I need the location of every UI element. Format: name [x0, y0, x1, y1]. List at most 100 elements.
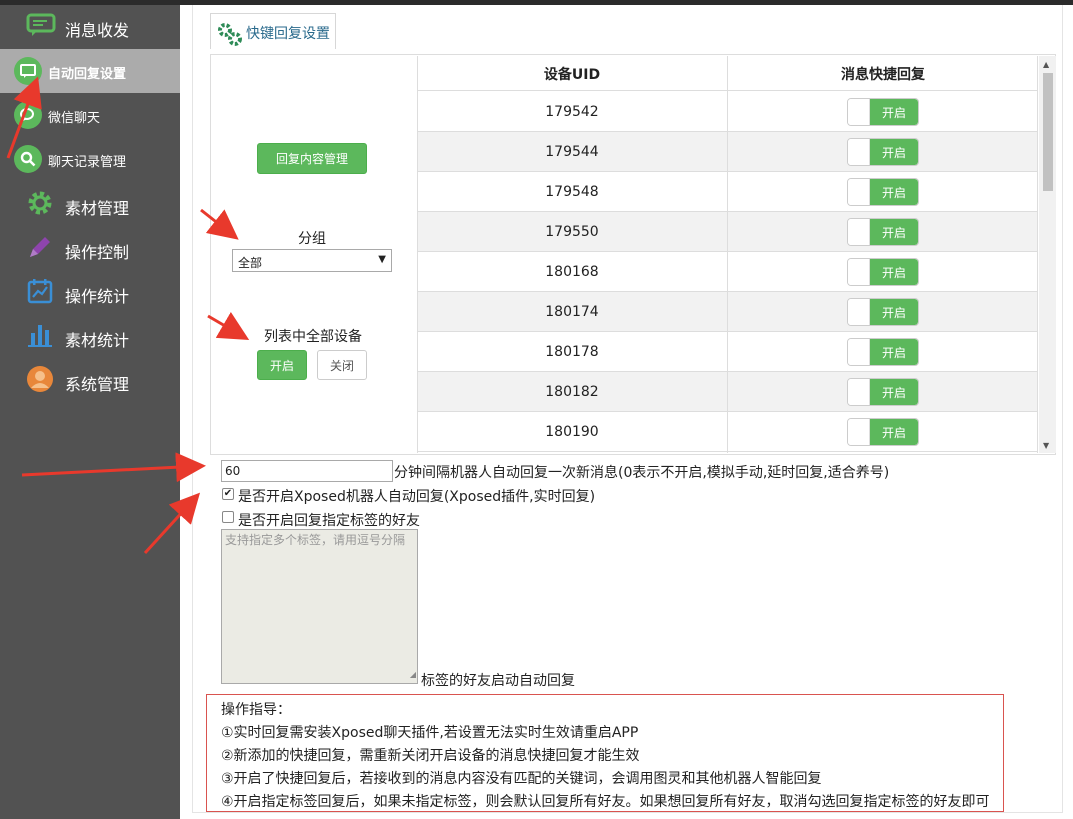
- line-chart-icon: [26, 277, 54, 305]
- column-header-quick-reply: 消息快捷回复: [841, 66, 925, 83]
- quick-reply-toggle[interactable]: 开启: [847, 378, 919, 406]
- gear-icon: [26, 189, 54, 217]
- sidebar-item-wechat[interactable]: 微信聊天: [0, 93, 180, 137]
- xposed-label: 是否开启Xposed机器人自动回复(Xposed插件,实时回复): [238, 489, 596, 505]
- guide-line: ④开启指定标签回复后，如果未指定标签，则会默认回复所有好友。如果想回复所有好友，…: [221, 794, 990, 810]
- sidebar-item-auto-reply[interactable]: 自动回复设置: [0, 49, 180, 93]
- sidebar-item-chat-records[interactable]: 聊天记录管理: [0, 137, 180, 181]
- quick-reply-toggle[interactable]: 开启: [847, 98, 919, 126]
- toggle-state: 开启: [870, 99, 918, 125]
- sidebar-item-label: 消息收发: [65, 21, 130, 40]
- search-icon: [14, 145, 42, 173]
- quick-reply-toggle[interactable]: 开启: [847, 218, 919, 246]
- device-uid: 179542: [545, 104, 599, 120]
- interval-input[interactable]: 60: [221, 460, 393, 482]
- toggle-state: 开启: [870, 339, 918, 365]
- sidebar-item-label: 微信聊天: [48, 111, 101, 126]
- tag-textarea[interactable]: 支持指定多个标签，请用逗号分隔 ◢: [221, 529, 418, 684]
- toggle-state: 开启: [870, 259, 918, 285]
- sidebar-item-materials[interactable]: 素材管理: [0, 181, 180, 225]
- sidebar-item-material-stats[interactable]: 素材统计: [0, 313, 180, 357]
- chat-bubble-icon: [26, 13, 56, 37]
- auto-reply-icon: [14, 57, 42, 85]
- bar-chart-icon: [26, 321, 54, 349]
- sidebar-item-system[interactable]: 系统管理: [0, 357, 180, 401]
- disable-all-button[interactable]: 关闭: [317, 350, 367, 380]
- toggle-state: 开启: [870, 179, 918, 205]
- guide-line: ②新添加的快捷回复，需重新关闭开启设备的消息快捷回复才能生效: [221, 748, 640, 764]
- guide-line: ①实时回复需安装Xposed聊天插件,若设置无法实时生效请重启APP: [221, 725, 639, 741]
- toggle-knob: [848, 139, 870, 165]
- user-icon: [26, 365, 54, 393]
- sidebar-item-label: 自动回复设置: [48, 67, 127, 82]
- quick-reply-toggle[interactable]: 开启: [847, 338, 919, 366]
- sidebar-item-label: 素材管理: [65, 199, 130, 218]
- settings-panel: 快键回复设置 回复内容管理 分组 全部 ▼ 列表中全部设备 开启 关闭 设备UI…: [192, 5, 1063, 813]
- toggle-knob: [848, 219, 870, 245]
- tab-label: 快键回复设置: [246, 26, 330, 42]
- interval-description: 分钟间隔机器人自动回复一次新消息(0表示不开启,模拟手动,延时回复,适合养号): [394, 465, 890, 481]
- operation-guide: 操作指导： ①实时回复需安装Xposed聊天插件,若设置无法实时生效请重启APP…: [206, 694, 1004, 812]
- group-select[interactable]: 全部 ▼: [232, 249, 392, 272]
- reply-content-manage-button[interactable]: 回复内容管理: [257, 143, 367, 174]
- scroll-up-icon[interactable]: ▲: [1043, 60, 1049, 69]
- group-select-value: 全部: [238, 256, 263, 270]
- tag-placeholder: 支持指定多个标签，请用逗号分隔: [225, 533, 406, 547]
- guide-title: 操作指导：: [221, 702, 291, 718]
- divider: [417, 56, 418, 453]
- xposed-checkbox[interactable]: ✔: [222, 488, 234, 500]
- device-uid: 179548: [545, 184, 599, 200]
- all-devices-label: 列表中全部设备: [264, 329, 362, 345]
- device-table: 设备UID 消息快捷回复 179542 开启 179544 开启 179548 开启 179…: [417, 56, 1038, 453]
- table-scrollbar[interactable]: ▲ ▼: [1039, 56, 1056, 453]
- sidebar-item-label: 操作统计: [65, 287, 130, 306]
- tag-label: 是否开启回复指定标签的好友: [238, 513, 420, 529]
- device-uid: 180174: [545, 304, 599, 320]
- quick-reply-toggle[interactable]: 开启: [847, 418, 919, 446]
- toggle-state: 开启: [870, 219, 918, 245]
- dropdown-arrow-icon: ▼: [378, 254, 386, 265]
- toggle-state: 开启: [870, 379, 918, 405]
- resize-handle-icon[interactable]: ◢: [410, 667, 416, 682]
- quick-reply-toggle[interactable]: 开启: [847, 178, 919, 206]
- device-uid: 180178: [545, 344, 599, 360]
- toggle-state: 开启: [870, 419, 918, 445]
- quick-reply-toggle[interactable]: 开启: [847, 138, 919, 166]
- group-label: 分组: [298, 231, 326, 247]
- sidebar-item-label: 系统管理: [65, 375, 130, 394]
- scrollbar-thumb[interactable]: [1043, 73, 1053, 191]
- divider: [727, 56, 728, 453]
- tag-checkbox[interactable]: [222, 511, 234, 523]
- sidebar-item-label: 素材统计: [65, 331, 130, 350]
- device-uid: 179550: [545, 224, 599, 240]
- sidebar-item-operation-stats[interactable]: 操作统计: [0, 269, 180, 313]
- toggle-knob: [848, 379, 870, 405]
- wechat-icon: [14, 101, 42, 129]
- toggle-knob: [848, 259, 870, 285]
- divider: [1037, 56, 1038, 453]
- column-header-uid: 设备UID: [543, 66, 601, 83]
- check-icon: ✔: [223, 488, 233, 499]
- scroll-down-icon[interactable]: ▼: [1043, 441, 1049, 450]
- quick-reply-toggle[interactable]: 开启: [847, 298, 919, 326]
- sidebar: 消息收发 自动回复设置 微信聊天 聊天记录管理 素材管理 操作控制 操作统计 素…: [0, 5, 180, 819]
- guide-line: ③开启了快捷回复后，若接收到的消息内容没有匹配的关键词，会调用图灵和其他机器人智…: [221, 771, 822, 787]
- sidebar-item-operation-control[interactable]: 操作控制: [0, 225, 180, 269]
- enable-all-button[interactable]: 开启: [257, 350, 307, 380]
- bulk-controls: 回复内容管理 分组 全部 ▼ 列表中全部设备 开启 关闭: [211, 55, 415, 454]
- sidebar-item-messages[interactable]: 消息收发: [0, 5, 180, 49]
- toggle-knob: [848, 179, 870, 205]
- pencil-icon: [26, 233, 54, 261]
- device-uid: 180190: [545, 424, 599, 440]
- toggle-knob: [848, 299, 870, 325]
- toggle-knob: [848, 419, 870, 445]
- gears-icon: [216, 21, 244, 51]
- sidebar-item-label: 操作控制: [65, 243, 130, 262]
- sidebar-item-label: 聊天记录管理: [48, 155, 127, 170]
- device-uid: 180168: [545, 264, 599, 280]
- quick-reply-toggle[interactable]: 开启: [847, 258, 919, 286]
- device-uid: 180182: [545, 384, 599, 400]
- device-uid: 179544: [545, 144, 599, 160]
- tab-quick-reply-settings[interactable]: 快键回复设置: [210, 13, 336, 49]
- tag-suffix-label: 标签的好友启动自动回复: [421, 673, 575, 689]
